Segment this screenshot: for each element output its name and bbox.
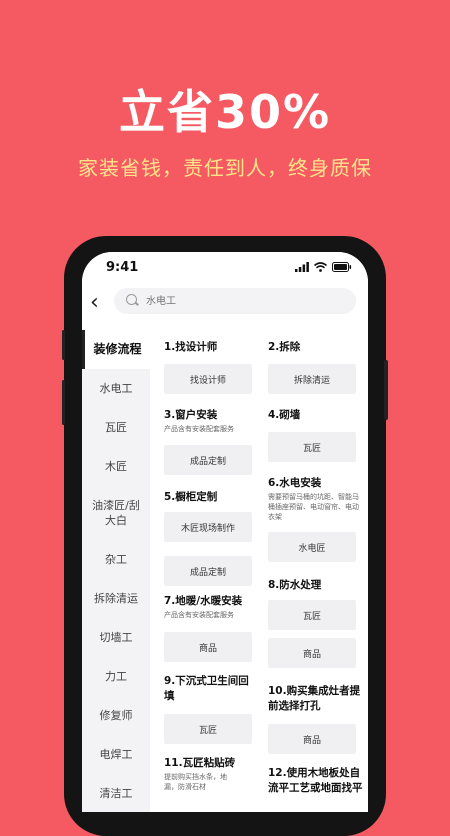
- search-box[interactable]: [114, 288, 356, 314]
- step-title: 5.橱柜定制: [164, 491, 218, 503]
- phone-volume-button: [62, 330, 65, 360]
- sidebar-item-demolition[interactable]: 拆除清运: [82, 579, 150, 618]
- battery-icon: [332, 262, 352, 272]
- step-tag[interactable]: 木匠现场制作: [164, 512, 252, 542]
- phone-side-button: [384, 360, 388, 420]
- step-title: 3.窗户安装: [164, 409, 218, 421]
- step-1: 1.找设计师: [164, 340, 256, 355]
- phone-volume-button: [62, 380, 65, 425]
- step-title: 12.使用木地板处自流平工艺或地面找平: [268, 767, 363, 794]
- search-bar: ‹: [82, 286, 368, 330]
- phone-screen: 9:41 ‹ 装修流程: [82, 252, 368, 812]
- step-tag[interactable]: 商品: [268, 724, 356, 754]
- step-note: 提前购买挡水条，地漏，防滑石材: [164, 773, 227, 791]
- sidebar-item-plumber-electrician[interactable]: 水电工: [82, 369, 150, 408]
- step-tag[interactable]: 瓦匠: [268, 432, 356, 462]
- step-title: 4.砌墙: [268, 409, 301, 421]
- step-tag[interactable]: 找设计师: [164, 364, 252, 394]
- sidebar-item-wall-cutter[interactable]: 切墙工: [82, 618, 150, 657]
- step-11: 11.瓦匠粘贴砖 提前购买挡水条，地漏，防滑石材: [164, 756, 260, 792]
- step-note: 需要预留马桶的坑距、智能马桶插座预留、电动窗帘、电动衣架: [268, 493, 359, 521]
- step-title: 6.水电安装: [268, 477, 322, 489]
- step-3: 3.窗户安装 产品含有安装配套服务: [164, 408, 258, 434]
- step-title: 9.下沉式卫生间回填: [164, 675, 249, 702]
- status-bar: 9:41: [82, 252, 368, 286]
- step-tag[interactable]: 成品定制: [164, 556, 252, 586]
- back-icon[interactable]: ‹: [90, 290, 99, 315]
- promo-subline: 家装省钱，责任到人，终身质保: [78, 156, 372, 180]
- search-icon: [126, 294, 137, 305]
- sidebar-item-handyman[interactable]: 杂工: [82, 540, 150, 579]
- category-sidebar: 装修流程 水电工 瓦匠 木匠 油漆匠/刮大白 杂工 拆除清运 切墙工 力工 修复…: [82, 330, 150, 812]
- step-4: 4.砌墙: [268, 408, 360, 423]
- sidebar-item-cleaner[interactable]: 清洁工: [82, 774, 150, 812]
- step-6: 6.水电安装 需要预留马桶的坑距、智能马桶插座预留、电动窗帘、电动衣架: [268, 476, 364, 522]
- step-title: 11.瓦匠粘贴砖: [164, 757, 236, 769]
- step-tag[interactable]: 商品: [268, 638, 356, 668]
- step-9: 9.下沉式卫生间回填: [164, 674, 258, 704]
- step-note: 产品含有安装配套服务: [164, 425, 234, 433]
- step-title: 1.找设计师: [164, 341, 218, 353]
- sidebar-item-mason[interactable]: 瓦匠: [82, 408, 150, 447]
- promo-headline: 立省30%: [118, 85, 332, 139]
- step-tag[interactable]: 瓦匠: [268, 600, 356, 630]
- process-steps: 1.找设计师 找设计师 2.拆除 拆除清运 3.窗户安装 产品含有安装配套服务 …: [150, 330, 368, 812]
- search-input[interactable]: [146, 292, 336, 310]
- step-2: 2.拆除: [268, 340, 360, 355]
- step-tag[interactable]: 水电匠: [268, 532, 356, 562]
- sidebar-item-laborer[interactable]: 力工: [82, 657, 150, 696]
- step-tag[interactable]: 成品定制: [164, 445, 252, 475]
- step-5: 5.橱柜定制: [164, 490, 256, 505]
- status-time: 9:41: [106, 260, 139, 275]
- step-12: 12.使用木地板处自流平工艺或地面找平: [268, 766, 364, 796]
- step-10: 10.购买集成灶者提前选择打孔: [268, 684, 362, 714]
- step-tag[interactable]: 商品: [164, 632, 252, 662]
- step-title: 10.购买集成灶者提前选择打孔: [268, 685, 361, 712]
- step-7: 7.地暖/水暖安装 产品含有安装配套服务: [164, 594, 262, 620]
- step-title: 7.地暖/水暖安装: [164, 595, 243, 607]
- sidebar-item-repairer[interactable]: 修复师: [82, 696, 150, 735]
- step-tag[interactable]: 瓦匠: [164, 714, 252, 744]
- sidebar-item-painter[interactable]: 油漆匠/刮大白: [82, 486, 150, 540]
- step-note: 产品含有安装配套服务: [164, 611, 234, 619]
- step-tag[interactable]: 拆除清运: [268, 364, 356, 394]
- sidebar-item-process[interactable]: 装修流程: [82, 330, 150, 369]
- step-title: 8.防水处理: [268, 579, 322, 591]
- sidebar-item-carpenter[interactable]: 木匠: [82, 447, 150, 486]
- signal-icon: [295, 262, 309, 272]
- sidebar-item-welder[interactable]: 电焊工: [82, 735, 150, 774]
- step-title: 2.拆除: [268, 341, 301, 353]
- status-icons: [295, 262, 352, 272]
- step-8: 8.防水处理: [268, 578, 360, 593]
- wifi-icon: [314, 262, 327, 272]
